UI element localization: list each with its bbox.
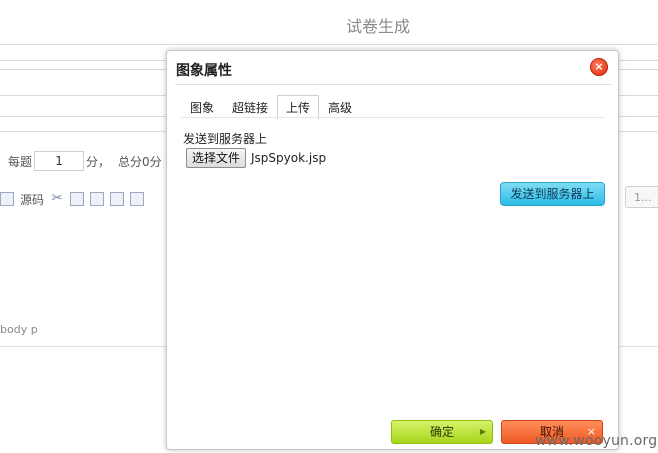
arrow-right-icon: ▶ bbox=[479, 427, 486, 436]
font-size-select[interactable]: 1... bbox=[625, 186, 658, 208]
paste-word-icon[interactable] bbox=[130, 192, 145, 206]
send-to-server-button[interactable]: 发送到服务器上 bbox=[500, 182, 605, 206]
score-prefix: 每题 bbox=[8, 154, 33, 169]
file-input-row: 选择文件 JspSpyok.jsp bbox=[186, 148, 326, 168]
dialog-title: 图象属性 bbox=[176, 63, 232, 79]
title-divider bbox=[175, 84, 612, 85]
upload-label: 发送到服务器上 bbox=[183, 132, 268, 146]
ok-button[interactable]: 确定 ▶ bbox=[391, 420, 493, 444]
score-suffix: 分， bbox=[86, 154, 111, 169]
watermark: www.wooyun.org bbox=[535, 433, 658, 449]
image-properties-dialog: 图象属性 × 图象 超链接 上传 高级 发送到服务器上 选择文件 JspSpyo… bbox=[166, 50, 619, 450]
score-input[interactable]: 1 bbox=[34, 151, 85, 171]
paste-text-icon[interactable] bbox=[110, 192, 125, 206]
paste-icon[interactable] bbox=[90, 192, 105, 206]
source-icon[interactable] bbox=[0, 192, 14, 206]
close-icon[interactable]: × bbox=[590, 58, 608, 76]
divider bbox=[0, 44, 658, 45]
cut-icon[interactable]: ✂ bbox=[50, 192, 64, 206]
score-row: 每题 1 分， 总分0分 bbox=[8, 151, 162, 171]
page-title: 试卷生成 bbox=[346, 17, 411, 36]
tabs-divider bbox=[181, 117, 605, 118]
element-path: body p bbox=[0, 323, 38, 336]
copy-icon[interactable] bbox=[70, 192, 85, 206]
editor-toolbar: 源码 ✂ bbox=[0, 189, 145, 209]
selected-file-name: JspSpyok.jsp bbox=[251, 151, 327, 165]
total-score: 总分0分 bbox=[118, 154, 162, 169]
ok-button-label: 确定 bbox=[429, 425, 454, 439]
source-button[interactable]: 源码 bbox=[20, 191, 44, 208]
choose-file-button[interactable]: 选择文件 bbox=[186, 148, 247, 168]
